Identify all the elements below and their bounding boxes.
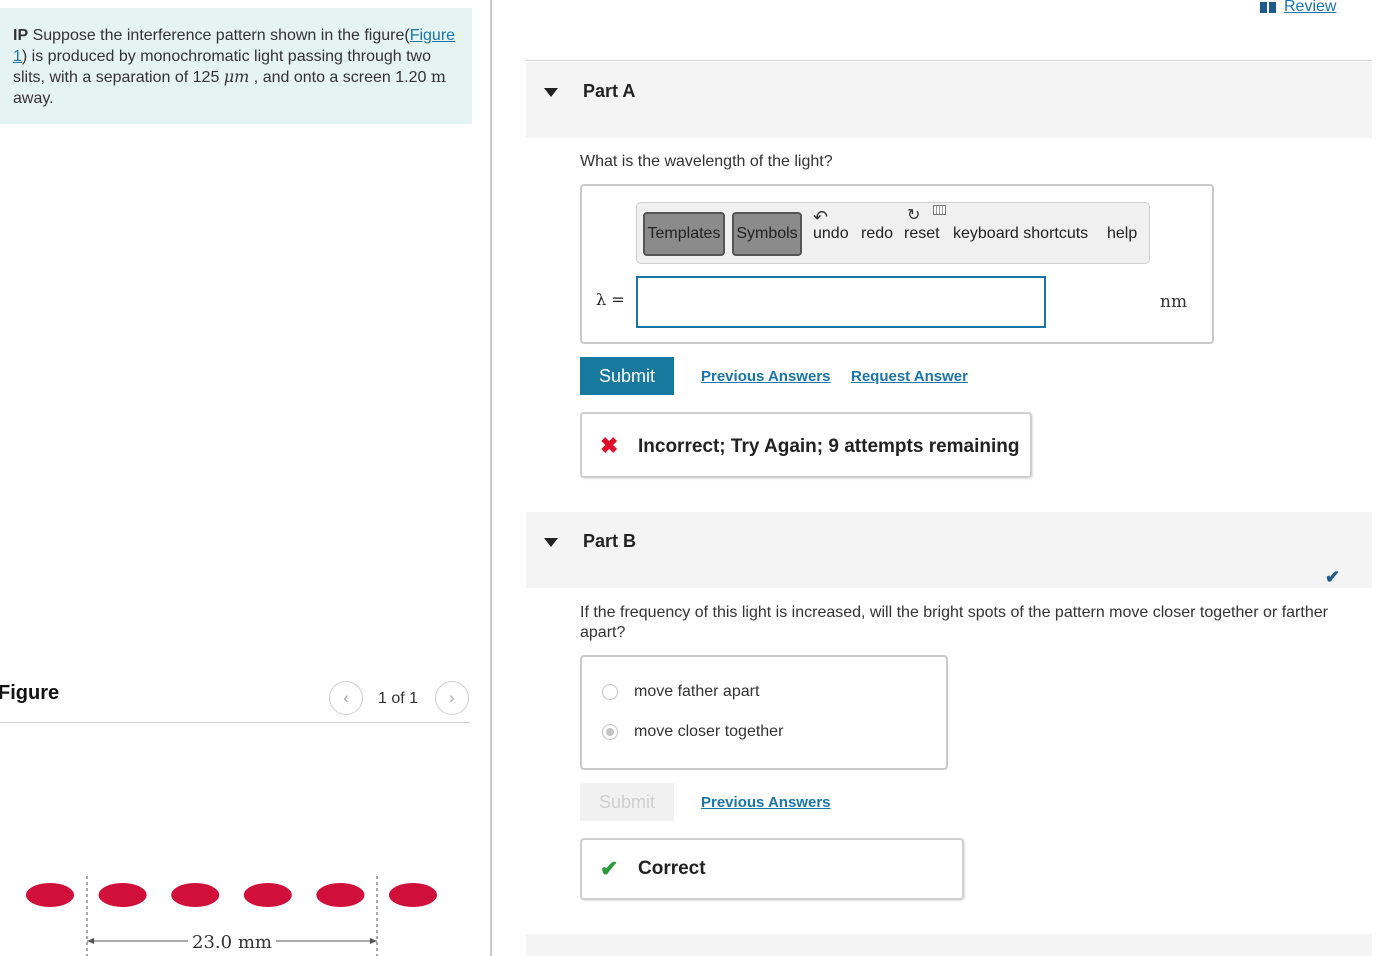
part-a-header[interactable]: Part A	[526, 62, 1372, 138]
part-a-feedback: ✖ Incorrect; Try Again; 9 attempts remai…	[580, 412, 1032, 478]
caret-down-icon	[544, 538, 558, 547]
choice-label: move closer together	[634, 723, 784, 740]
request-answer-link[interactable]: Request Answer	[851, 368, 968, 385]
chevron-right-icon: ›	[449, 688, 455, 707]
wavelength-label: λ =	[596, 290, 625, 309]
chevron-left-icon: ‹	[343, 688, 349, 707]
review-link[interactable]: Review	[1260, 0, 1336, 16]
wavelength-input[interactable]	[636, 276, 1046, 328]
symbols-button[interactable]: Symbols	[732, 212, 802, 256]
part-b-submit-button: Submit	[580, 783, 674, 821]
unit-label: nm	[1160, 292, 1188, 312]
figure-prev-button[interactable]: ‹	[329, 681, 363, 715]
next-part-header	[526, 934, 1372, 956]
redo-button[interactable]: redo	[861, 225, 893, 243]
part-b-question: If the frequency of this light is increa…	[580, 604, 1328, 641]
figure-page-count: 1 of 1	[378, 690, 419, 707]
radio-button-selected[interactable]	[602, 724, 618, 740]
radio-button[interactable]	[602, 684, 618, 700]
answer-entry-box: Templates Symbols ↶ undo redo ↻ reset ke…	[580, 184, 1214, 344]
slit-unit: μm	[223, 67, 250, 86]
figure-next-button[interactable]: ›	[435, 681, 469, 715]
figure-header: Figure ‹ 1 of 1 ›	[0, 678, 470, 723]
keyboard-icon	[933, 205, 946, 215]
undo-button[interactable]: undo	[813, 225, 849, 243]
part-b-feedback: ✔ Correct	[580, 838, 964, 900]
problem-panel: IP Suppose the interference pattern show…	[0, 0, 492, 956]
part-a-question: What is the wavelength of the light?	[580, 153, 833, 170]
part-a-feedback-text: Incorrect; Try Again; 9 attempts remaini…	[638, 436, 1020, 457]
help-button[interactable]: help	[1107, 225, 1137, 243]
choice-farther-apart[interactable]: move father apart	[602, 683, 759, 701]
distance-unit: m	[430, 67, 446, 86]
math-toolbar: Templates Symbols ↶ undo redo ↻ reset ke…	[636, 202, 1150, 264]
review-label: Review	[1284, 0, 1337, 15]
bright-spot	[26, 883, 74, 907]
part-b-previous-answers-link[interactable]: Previous Answers	[701, 794, 831, 811]
part-a-submit-button[interactable]: Submit	[580, 357, 674, 395]
bright-spot	[98, 883, 147, 907]
dimension-label: 23.0 mm	[192, 932, 272, 953]
templates-button[interactable]: Templates	[643, 212, 725, 256]
problem-label: IP	[13, 27, 29, 44]
figure-title: Figure	[0, 682, 60, 704]
problem-statement: IP Suppose the interference pattern show…	[0, 8, 472, 124]
choice-label: move father apart	[634, 683, 760, 700]
reset-icon: ↻	[907, 207, 921, 224]
part-b-title: Part B	[583, 531, 637, 551]
part-b-header[interactable]: Part B	[526, 512, 1372, 588]
x-icon: ✖	[600, 433, 619, 458]
check-icon: ✔	[600, 856, 619, 881]
part-b-feedback-text: Correct	[638, 858, 706, 879]
choice-closer-together[interactable]: move closer together	[602, 723, 783, 741]
problem-text-a: Suppose the interference pattern shown i…	[28, 27, 410, 44]
bright-spot	[243, 883, 292, 907]
bright-spot	[316, 883, 365, 907]
problem-text-c: , and onto a screen 1.20	[249, 69, 431, 86]
dimension-arrow-left	[87, 938, 94, 944]
divider	[526, 60, 1372, 61]
check-icon: ✔	[1325, 567, 1341, 587]
part-a-previous-answers-link[interactable]: Previous Answers	[701, 368, 831, 385]
problem-text-d: away.	[13, 89, 54, 107]
bright-spot	[171, 883, 220, 907]
reset-button[interactable]: reset	[904, 225, 940, 243]
interference-pattern-figure: 23.0 mm	[26, 876, 437, 956]
dimension-arrow-right	[370, 938, 377, 944]
keyboard-shortcuts-button[interactable]: keyboard shortcuts	[953, 225, 1088, 243]
part-a-title: Part A	[583, 81, 636, 101]
book-icon	[1260, 1, 1276, 13]
bright-spot	[389, 883, 437, 907]
caret-down-icon	[544, 88, 558, 97]
bright-spots	[26, 883, 437, 907]
answer-choices: move father apart move closer together	[580, 655, 948, 770]
